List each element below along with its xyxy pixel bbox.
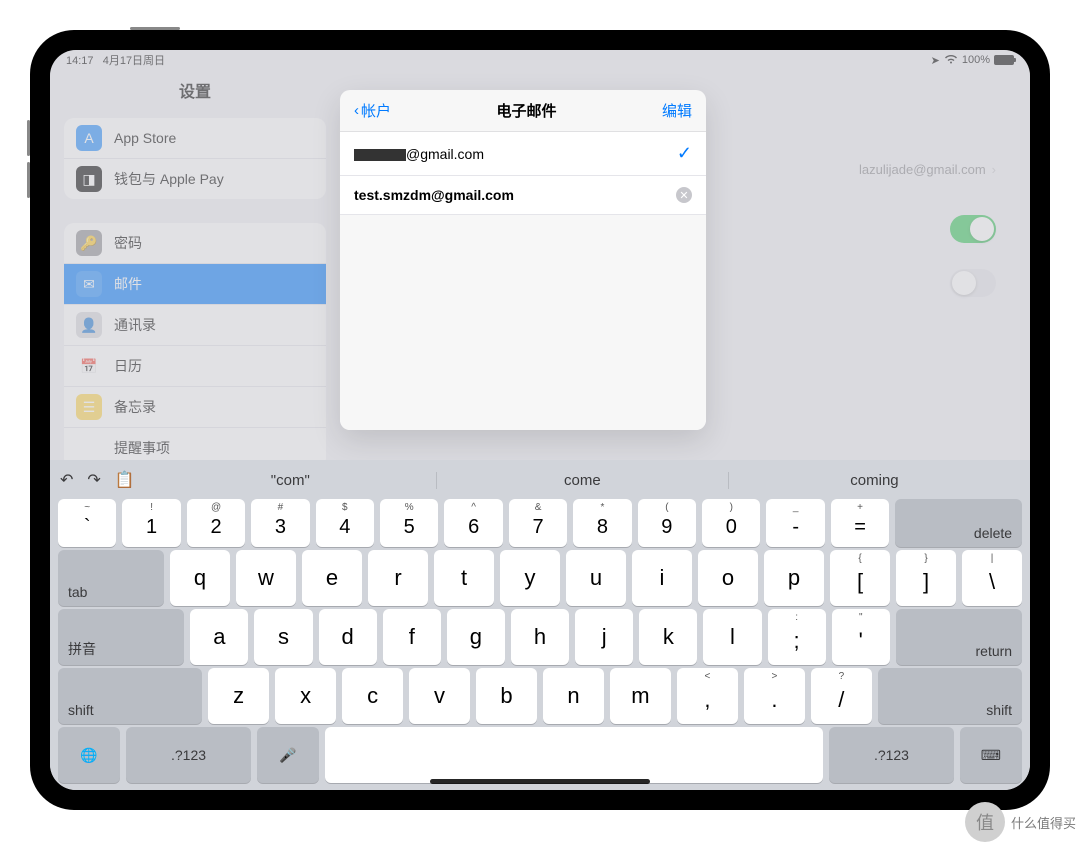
- key-[interactable]: _-: [766, 499, 824, 547]
- key-d[interactable]: d: [319, 609, 377, 665]
- undo-icon[interactable]: ↶: [60, 470, 73, 490]
- chevron-left-icon: ‹: [354, 102, 359, 119]
- key-[interactable]: "': [832, 609, 890, 665]
- modal-header: ‹ 帐户 电子邮件 编辑: [340, 90, 706, 131]
- key-[interactable]: }]: [896, 550, 956, 606]
- key-x[interactable]: x: [275, 668, 336, 724]
- dismiss-keyboard-key[interactable]: ⌨: [960, 727, 1022, 783]
- key-v[interactable]: v: [409, 668, 470, 724]
- key-tab[interactable]: tab: [58, 550, 164, 606]
- key-g[interactable]: g: [447, 609, 505, 665]
- clear-input-icon[interactable]: ✕: [676, 187, 692, 203]
- primary-email-label: @gmail.com: [354, 146, 484, 162]
- key-[interactable]: <,: [677, 668, 738, 724]
- key-u[interactable]: u: [566, 550, 626, 606]
- new-email-row[interactable]: ✕: [340, 176, 706, 215]
- key-return[interactable]: return: [896, 609, 1022, 665]
- clipboard-icon[interactable]: 📋: [115, 470, 135, 490]
- key-123[interactable]: .?123: [126, 727, 251, 783]
- key-h[interactable]: h: [511, 609, 569, 665]
- back-button[interactable]: ‹ 帐户: [354, 100, 391, 121]
- power-button: [130, 27, 180, 30]
- key-5[interactable]: %5: [380, 499, 438, 547]
- primary-email-row[interactable]: @gmail.com ✓: [340, 132, 706, 176]
- key-[interactable]: :;: [768, 609, 826, 665]
- key-123[interactable]: .?123: [829, 727, 954, 783]
- redo-icon[interactable]: ↷: [87, 470, 100, 490]
- volume-up-button: [27, 120, 30, 156]
- suggestion-2[interactable]: come: [437, 472, 729, 489]
- key-m[interactable]: m: [610, 668, 671, 724]
- key-f[interactable]: f: [383, 609, 441, 665]
- watermark-icon: 值: [965, 802, 1005, 842]
- suggestion-bar: "com" come coming: [145, 472, 1020, 489]
- watermark-text: 什么值得买: [1011, 813, 1076, 832]
- dictation-key[interactable]: 🎤: [257, 727, 319, 783]
- email-input[interactable]: [354, 187, 676, 203]
- checkmark-icon: ✓: [677, 143, 692, 164]
- key-w[interactable]: w: [236, 550, 296, 606]
- key-a[interactable]: a: [190, 609, 248, 665]
- space-key[interactable]: [325, 727, 823, 783]
- key-7[interactable]: &7: [509, 499, 567, 547]
- back-label: 帐户: [361, 100, 391, 121]
- key-shift[interactable]: shift: [878, 668, 1022, 724]
- globe-key[interactable]: 🌐: [58, 727, 120, 783]
- key-[interactable]: {[: [830, 550, 890, 606]
- watermark: 值 什么值得买: [965, 802, 1076, 842]
- home-indicator[interactable]: [430, 779, 650, 784]
- key-p[interactable]: p: [764, 550, 824, 606]
- key-6[interactable]: ^6: [444, 499, 502, 547]
- key-o[interactable]: o: [698, 550, 758, 606]
- key-[interactable]: ?/: [811, 668, 872, 724]
- key-delete[interactable]: delete: [895, 499, 1022, 547]
- key-z[interactable]: z: [208, 668, 269, 724]
- key-9[interactable]: (9: [638, 499, 696, 547]
- ipad-frame: 14:17 4月17日周日 ➤ 100% 设置 AApp Store◨钱包与 A…: [30, 30, 1050, 810]
- key-b[interactable]: b: [476, 668, 537, 724]
- keyboard: ↶ ↷ 📋 "com" come coming ~`!1@2#3$4%5^6&7…: [50, 460, 1030, 790]
- key-0[interactable]: )0: [702, 499, 760, 547]
- key-3[interactable]: #3: [251, 499, 309, 547]
- modal-fill: [340, 215, 706, 430]
- key-l[interactable]: l: [703, 609, 761, 665]
- key-j[interactable]: j: [575, 609, 633, 665]
- key-c[interactable]: c: [342, 668, 403, 724]
- volume-down-button: [27, 162, 30, 198]
- redacted-text: [354, 149, 406, 161]
- key-[interactable]: 拼音: [58, 609, 184, 665]
- edit-button[interactable]: 编辑: [662, 100, 692, 121]
- key-shift[interactable]: shift: [58, 668, 202, 724]
- suggestion-1[interactable]: "com": [145, 472, 437, 489]
- key-s[interactable]: s: [254, 609, 312, 665]
- key-4[interactable]: $4: [316, 499, 374, 547]
- key-y[interactable]: y: [500, 550, 560, 606]
- key-e[interactable]: e: [302, 550, 362, 606]
- modal-body: @gmail.com ✓ ✕: [340, 131, 706, 215]
- key-8[interactable]: *8: [573, 499, 631, 547]
- key-i[interactable]: i: [632, 550, 692, 606]
- modal-title: 电子邮件: [496, 100, 556, 121]
- screen: 14:17 4月17日周日 ➤ 100% 设置 AApp Store◨钱包与 A…: [50, 50, 1030, 790]
- key-r[interactable]: r: [368, 550, 428, 606]
- key-2[interactable]: @2: [187, 499, 245, 547]
- key-t[interactable]: t: [434, 550, 494, 606]
- key-[interactable]: >.: [744, 668, 805, 724]
- email-modal: ‹ 帐户 电子邮件 编辑 @gmail.com ✓ ✕: [340, 90, 706, 430]
- key-[interactable]: ~`: [58, 499, 116, 547]
- key-q[interactable]: q: [170, 550, 230, 606]
- key-[interactable]: +=: [831, 499, 889, 547]
- key-k[interactable]: k: [639, 609, 697, 665]
- suggestion-3[interactable]: coming: [729, 472, 1020, 489]
- key-n[interactable]: n: [543, 668, 604, 724]
- key-1[interactable]: !1: [122, 499, 180, 547]
- key-[interactable]: |\: [962, 550, 1022, 606]
